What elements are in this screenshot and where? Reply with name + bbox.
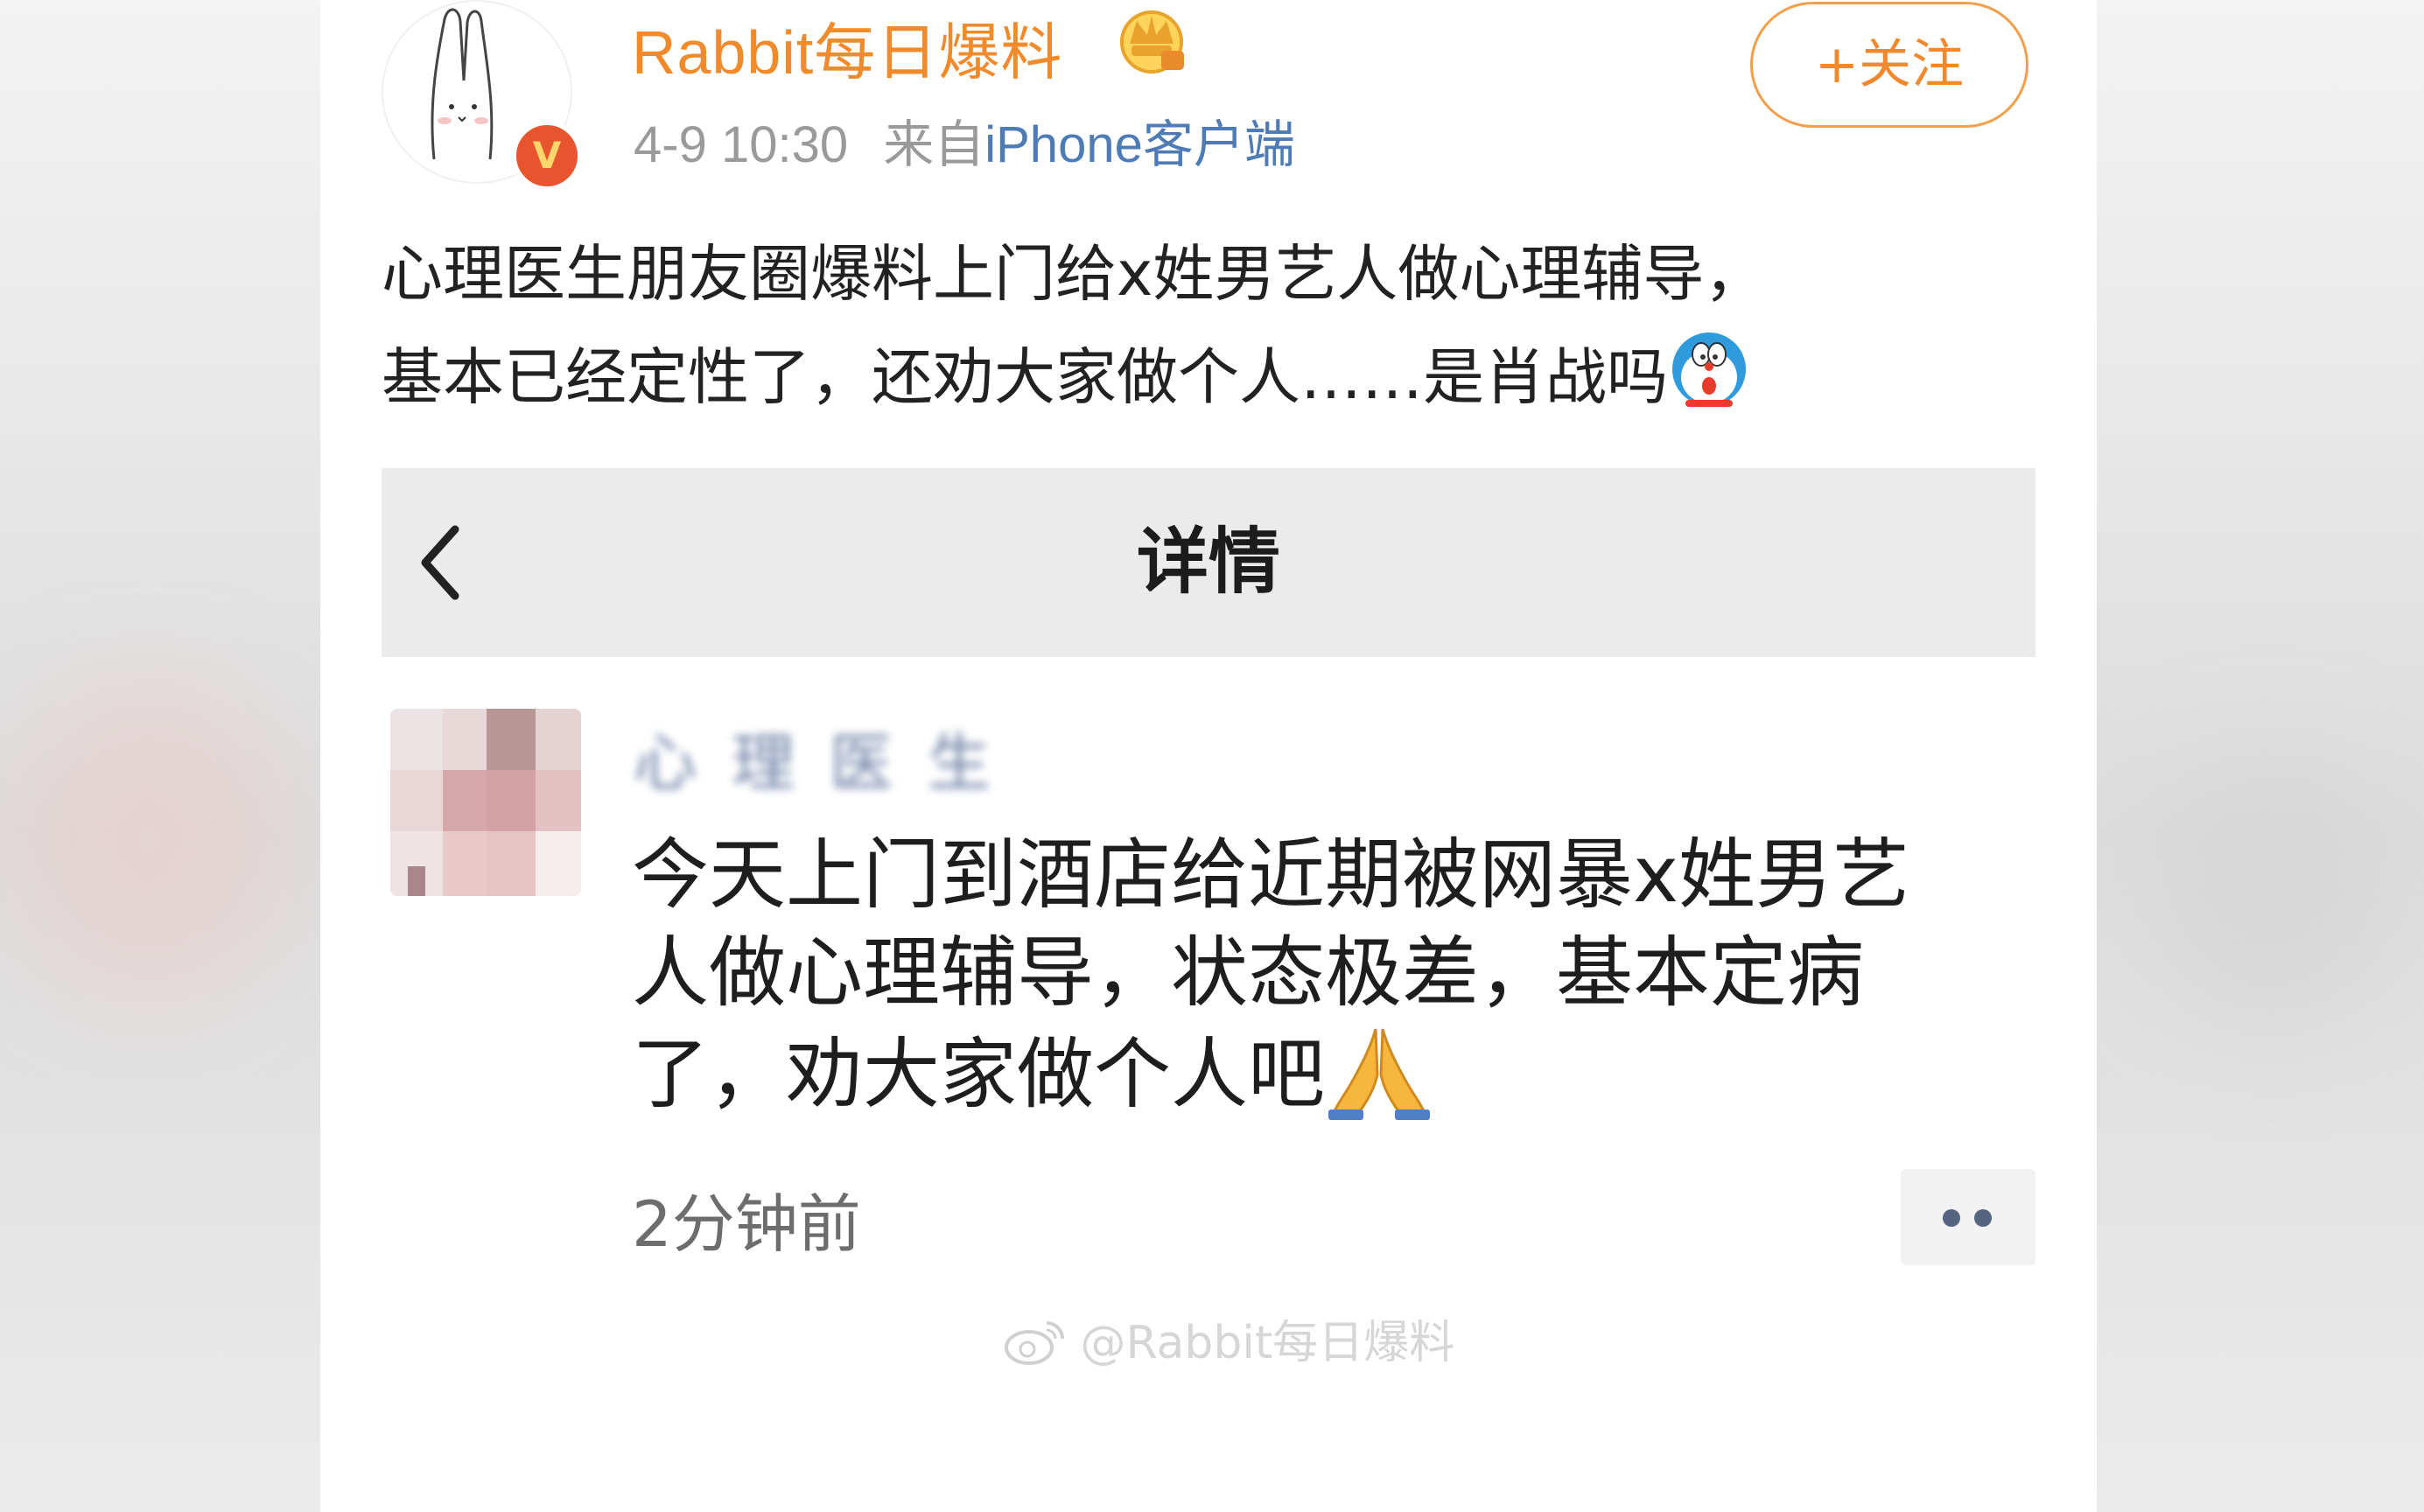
post-meta: 4-9 10:30 来自iPhone客户端 xyxy=(634,103,1295,177)
more-icon xyxy=(1943,1209,1960,1227)
follow-button[interactable]: +关注 xyxy=(1750,2,2028,128)
detail-header: 详情 xyxy=(382,468,2035,657)
doraemon-icon xyxy=(1672,332,1746,407)
moment-text-line: 人做心理辅导，状态极差，基本定病 xyxy=(632,928,1865,1018)
post-text-line: 基本已经定性了，还劝大家做个人……是肖战吗 xyxy=(382,326,2044,429)
weibo-icon xyxy=(1005,1321,1064,1365)
source-prefix: 来自 xyxy=(883,116,985,173)
moment-text-line: 了，劝大家做个人吧 xyxy=(632,1022,2041,1124)
watermark: @Rabbit每日爆料 xyxy=(1003,1306,1454,1371)
moment-text: 今天上门到酒店给近期被网暴x姓男艺 人做心理辅导，状态极差，基本定病 了，劝大家… xyxy=(632,826,2041,1124)
moment-author-avatar[interactable] xyxy=(390,709,581,896)
verified-badge: V xyxy=(512,121,582,191)
moment-text-line: 今天上门到酒店给近期被网暴x姓男艺 xyxy=(632,830,1910,920)
moment-author-name-text: 心理医生 xyxy=(634,726,1026,800)
watermark-text: @Rabbit每日爆料 xyxy=(1080,1317,1455,1369)
weibo-post-card: V Rabbit每日爆料 4-9 10:30 来自iPhone客户端 +关注 心… xyxy=(320,0,2097,1512)
post-text-line2: 基本已经定性了，还劝大家做个人……是肖战吗 xyxy=(382,341,1668,413)
more-icon xyxy=(1974,1209,1992,1227)
back-icon[interactable] xyxy=(404,512,501,613)
more-button[interactable] xyxy=(1901,1169,2035,1265)
moment-time: 2分钟前 xyxy=(632,1187,861,1261)
moment-text-line3: 了，劝大家做个人吧 xyxy=(632,1029,1326,1119)
username[interactable]: Rabbit每日爆料 xyxy=(632,4,1062,92)
background-right xyxy=(2097,0,2424,1512)
background-blur xyxy=(2149,752,2394,1032)
pray-icon xyxy=(1328,1028,1431,1120)
source-link[interactable]: iPhone客户端 xyxy=(984,116,1295,173)
background-left xyxy=(0,0,320,1512)
post-text-line: 心理医生朋友圈爆料上门给x姓男艺人做心理辅导， xyxy=(382,238,1766,310)
post-time: 4-9 10:30 xyxy=(634,116,849,173)
post-text: 心理医生朋友圈爆料上门给x姓男艺人做心理辅导， 基本已经定性了，还劝大家做个人…… xyxy=(382,222,2044,429)
background-blur xyxy=(18,682,280,998)
crown-icon xyxy=(1120,10,1184,74)
moment-author-name[interactable]: 心理医生 xyxy=(634,714,1194,812)
detail-title: 详情 xyxy=(1136,521,1280,604)
mosaic-avatar-icon xyxy=(390,709,581,896)
